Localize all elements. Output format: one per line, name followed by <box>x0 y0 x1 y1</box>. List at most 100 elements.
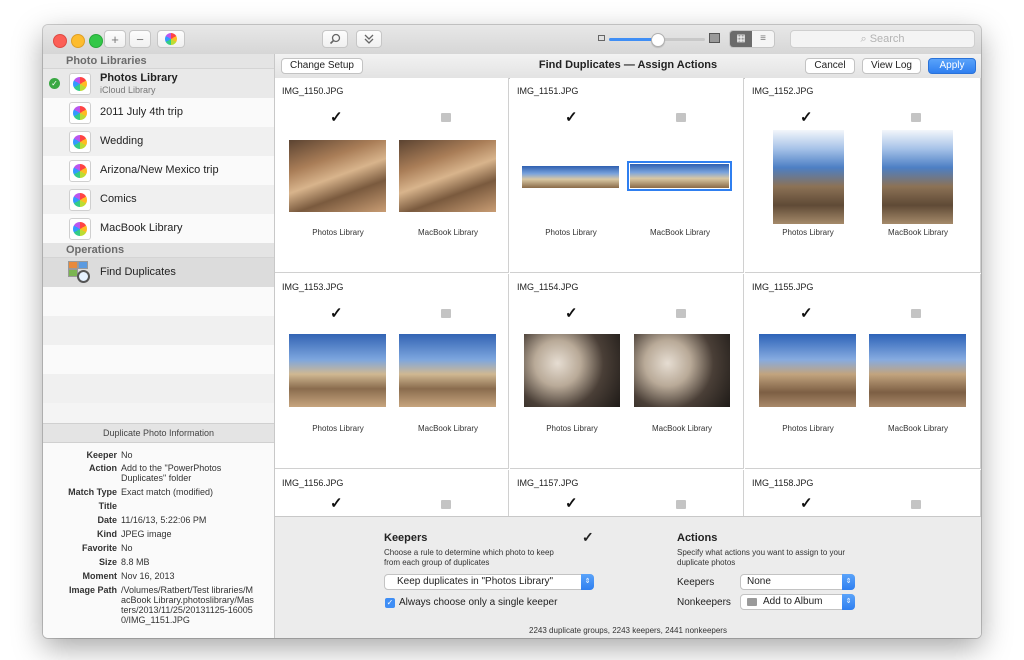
sidebar-item-find-duplicates[interactable]: Find Duplicates <box>43 258 274 287</box>
slider-knob[interactable] <box>651 33 665 47</box>
duplicate-group[interactable]: IMG_1156.JPG ✓ <box>275 470 509 516</box>
magnifier-icon <box>329 33 341 45</box>
sidebar-item-macbook-library[interactable]: MacBook Library <box>43 214 274 243</box>
photo-thumbnail[interactable] <box>399 334 496 407</box>
photos-library-icon <box>69 131 91 153</box>
photo-thumbnail[interactable] <box>289 334 386 407</box>
nonkeeper-action-icon <box>911 500 921 509</box>
duplicate-groups-grid: IMG_1150.JPG ✓ Photos Library MacBook Li… <box>275 78 981 516</box>
nonkeeper-action-icon <box>911 309 921 318</box>
main-content: Change Setup Find Duplicates — Assign Ac… <box>275 54 981 638</box>
keepers-action-label: Keepers <box>677 577 715 588</box>
small-photo-size-icon <box>598 35 605 41</box>
operations-header: Operations <box>43 243 274 258</box>
assign-actions-toolbar: Change Setup Find Duplicates — Assign Ac… <box>275 54 981 79</box>
photo-thumbnail[interactable] <box>399 140 496 212</box>
photo-thumbnail[interactable] <box>773 130 844 224</box>
duplicate-info-panel: Keeper No Action Add to the "PowerPhotos… <box>43 443 274 638</box>
photos-library-icon <box>69 102 91 124</box>
sidebar-item-wedding[interactable]: Wedding <box>43 127 274 156</box>
sidebar-item-2011-july-4th-trip[interactable]: 2011 July 4th trip <box>43 98 274 127</box>
actions-panel: Keepers ✓ Choose a rule to determine whi… <box>275 516 981 638</box>
list-view-icon[interactable]: ≡ <box>752 31 774 47</box>
merge-button[interactable] <box>356 30 382 48</box>
photos-library-icon <box>69 218 91 240</box>
zoom-window-button[interactable] <box>89 34 103 48</box>
duplicate-summary: 2243 duplicate groups, 2243 keepers, 244… <box>529 626 727 635</box>
single-keeper-checkbox[interactable]: ✓ <box>385 598 395 608</box>
open-photos-button[interactable] <box>157 30 185 48</box>
sidebar-item-photos-library[interactable]: ✓ Photos Library iCloud Library <box>43 69 274 98</box>
duplicate-group[interactable]: IMG_1151.JPG ✓ Photos Library MacBook Li… <box>510 78 744 273</box>
keeper-check-icon: ✓ <box>800 495 813 512</box>
duplicate-info-title: Duplicate Photo Information <box>43 423 274 443</box>
nonkeeper-action-icon <box>441 500 451 509</box>
sidebar-item-comics[interactable]: Comics <box>43 185 274 214</box>
photos-library-icon <box>69 160 91 182</box>
chevron-updown-icon: ⇕ <box>842 594 855 610</box>
thumbnail-size-slider[interactable] <box>609 33 705 47</box>
search-input[interactable]: ⌕ Search <box>790 30 975 48</box>
duplicate-group[interactable]: IMG_1158.JPG ✓ <box>745 470 981 516</box>
photo-libraries-header: Photo Libraries <box>43 54 274 69</box>
photo-thumbnail[interactable] <box>289 140 386 212</box>
photos-app-icon <box>165 33 177 45</box>
nonkeepers-action-select[interactable]: Add to Album ⇕ <box>740 594 855 610</box>
album-icon <box>747 598 757 606</box>
sidebar-item-arizona-new-mexico-trip[interactable]: Arizona/New Mexico trip <box>43 156 274 185</box>
view-log-button[interactable]: View Log <box>862 58 921 74</box>
keepers-action-select[interactable]: None ⇕ <box>740 574 855 590</box>
chevron-updown-icon: ⇕ <box>842 574 855 590</box>
keeper-check-icon: ✓ <box>800 305 813 322</box>
active-library-check-icon: ✓ <box>49 78 60 89</box>
duplicate-group[interactable]: IMG_1154.JPG ✓ Photos Library MacBook Li… <box>510 274 744 469</box>
duplicate-group[interactable]: IMG_1155.JPG ✓ Photos Library MacBook Li… <box>745 274 981 469</box>
duplicate-group[interactable]: IMG_1152.JPG ✓ Photos Library MacBook Li… <box>745 78 981 273</box>
nonkeeper-action-icon <box>441 309 451 318</box>
duplicate-group[interactable]: IMG_1150.JPG ✓ Photos Library MacBook Li… <box>275 78 509 273</box>
minimize-window-button[interactable] <box>71 34 85 48</box>
keeper-check-icon: ✓ <box>800 109 813 126</box>
keepers-heading: Keepers <box>384 532 428 544</box>
view-mode-toggle[interactable]: ▦ ≡ <box>729 30 775 48</box>
keepers-description: Choose a rule to determine which photo t… <box>384 548 554 567</box>
keeper-check-icon: ✓ <box>565 305 578 322</box>
nonkeeper-action-icon <box>676 500 686 509</box>
actions-heading: Actions <box>677 532 718 544</box>
photo-thumbnail[interactable] <box>759 334 856 407</box>
keepers-rule-select[interactable]: Keep duplicates in "Photos Library" ⇕ <box>384 574 594 590</box>
sidebar: Photo Libraries ✓ Photos Library iCloud … <box>43 54 275 638</box>
search-icon: ⌕ <box>860 33 867 45</box>
photo-thumbnail[interactable] <box>882 130 953 224</box>
nonkeeper-action-icon <box>676 113 686 122</box>
photo-thumbnail[interactable] <box>869 334 966 407</box>
grid-view-icon[interactable]: ▦ <box>730 31 752 47</box>
photo-thumbnail[interactable] <box>522 166 619 188</box>
find-duplicates-icon <box>68 261 90 283</box>
photos-library-icon <box>69 189 91 211</box>
keeper-check-icon: ✓ <box>565 109 578 126</box>
nonkeepers-action-label: Nonkeepers <box>677 597 731 608</box>
add-library-button[interactable]: + <box>104 30 126 48</box>
cancel-button[interactable]: Cancel <box>805 58 855 74</box>
actions-description: Specify what actions you want to assign … <box>677 548 846 567</box>
duplicate-group[interactable]: IMG_1157.JPG ✓ <box>510 470 744 516</box>
keeper-check-icon: ✓ <box>565 495 578 512</box>
keepers-check-icon: ✓ <box>582 529 594 545</box>
photos-library-icon <box>69 73 91 95</box>
nonkeeper-action-icon <box>441 113 451 122</box>
photo-thumbnail[interactable] <box>634 334 730 407</box>
keeper-check-icon: ✓ <box>330 495 343 512</box>
photo-thumbnail[interactable] <box>524 334 620 407</box>
photo-thumbnail-selected[interactable] <box>627 161 732 191</box>
nonkeeper-action-icon <box>911 113 921 122</box>
find-duplicates-toolbar-button[interactable] <box>322 30 348 48</box>
duplicate-group[interactable]: IMG_1153.JPG ✓ Photos Library MacBook Li… <box>275 274 509 469</box>
apply-button[interactable]: Apply <box>928 58 976 74</box>
large-photo-size-icon <box>709 33 720 43</box>
close-window-button[interactable] <box>53 34 67 48</box>
single-keeper-label: Always choose only a single keeper <box>399 597 558 608</box>
nonkeeper-action-icon <box>676 309 686 318</box>
window-toolbar: + − ▦ ≡ ⌕ Search <box>43 25 981 55</box>
remove-library-button[interactable]: − <box>129 30 151 48</box>
